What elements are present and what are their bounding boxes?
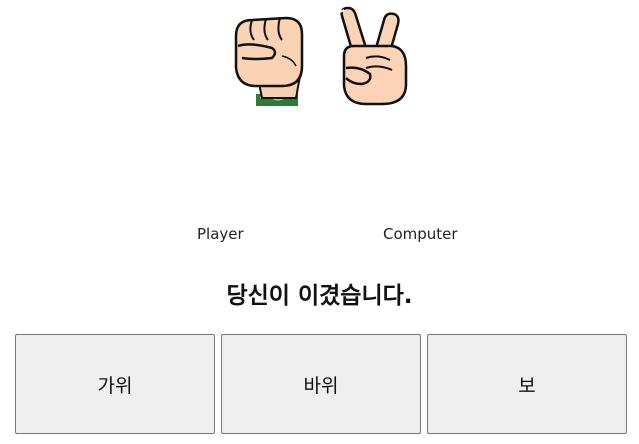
result-message: 당신이 이겼습니다. — [226, 283, 413, 309]
computer-label: Computer — [383, 225, 458, 243]
player-hand-rock-icon — [222, 6, 318, 106]
player-label: Player — [197, 225, 244, 243]
computer-hand-scissors-icon — [326, 6, 422, 106]
rock-button[interactable]: 바위 — [221, 334, 421, 434]
game-stage: Player Computer 당신이 이겼습니다. 가위 바위 보 — [0, 0, 639, 444]
paper-button[interactable]: 보 — [427, 334, 627, 434]
scissors-button[interactable]: 가위 — [15, 334, 215, 434]
